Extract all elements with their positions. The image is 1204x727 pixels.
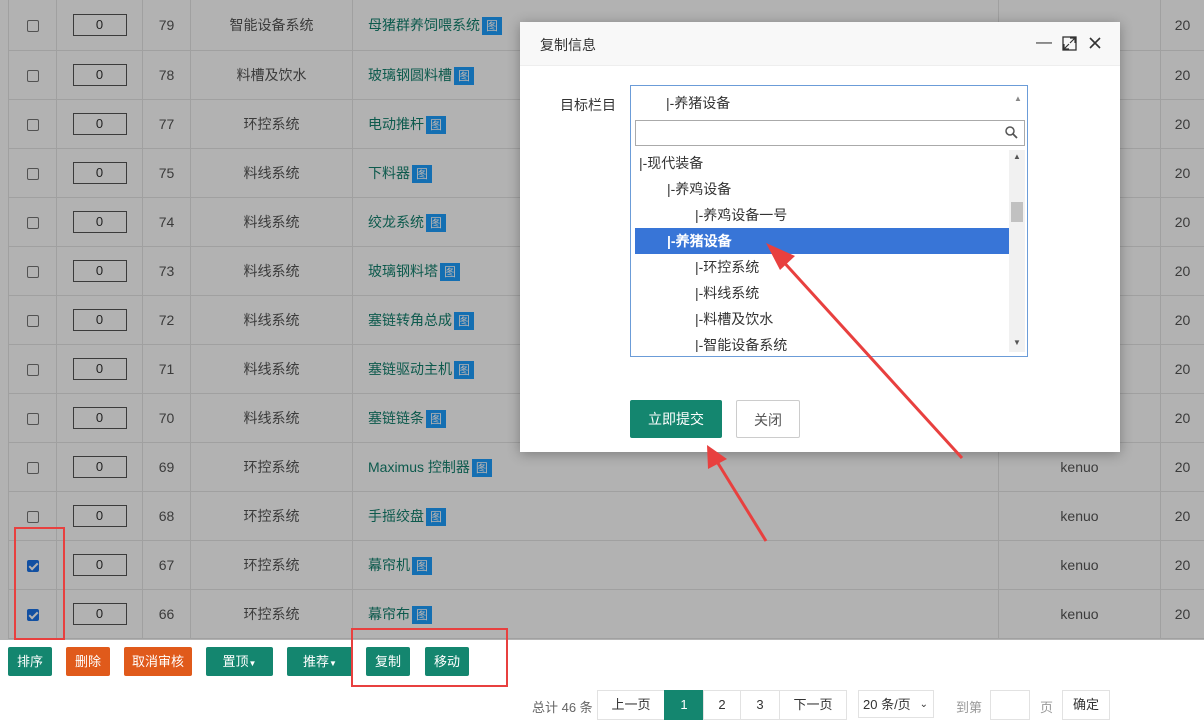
arrow-to-submit — [707, 445, 766, 541]
annotation-arrows — [0, 0, 1204, 726]
arrow-to-option — [766, 243, 962, 458]
